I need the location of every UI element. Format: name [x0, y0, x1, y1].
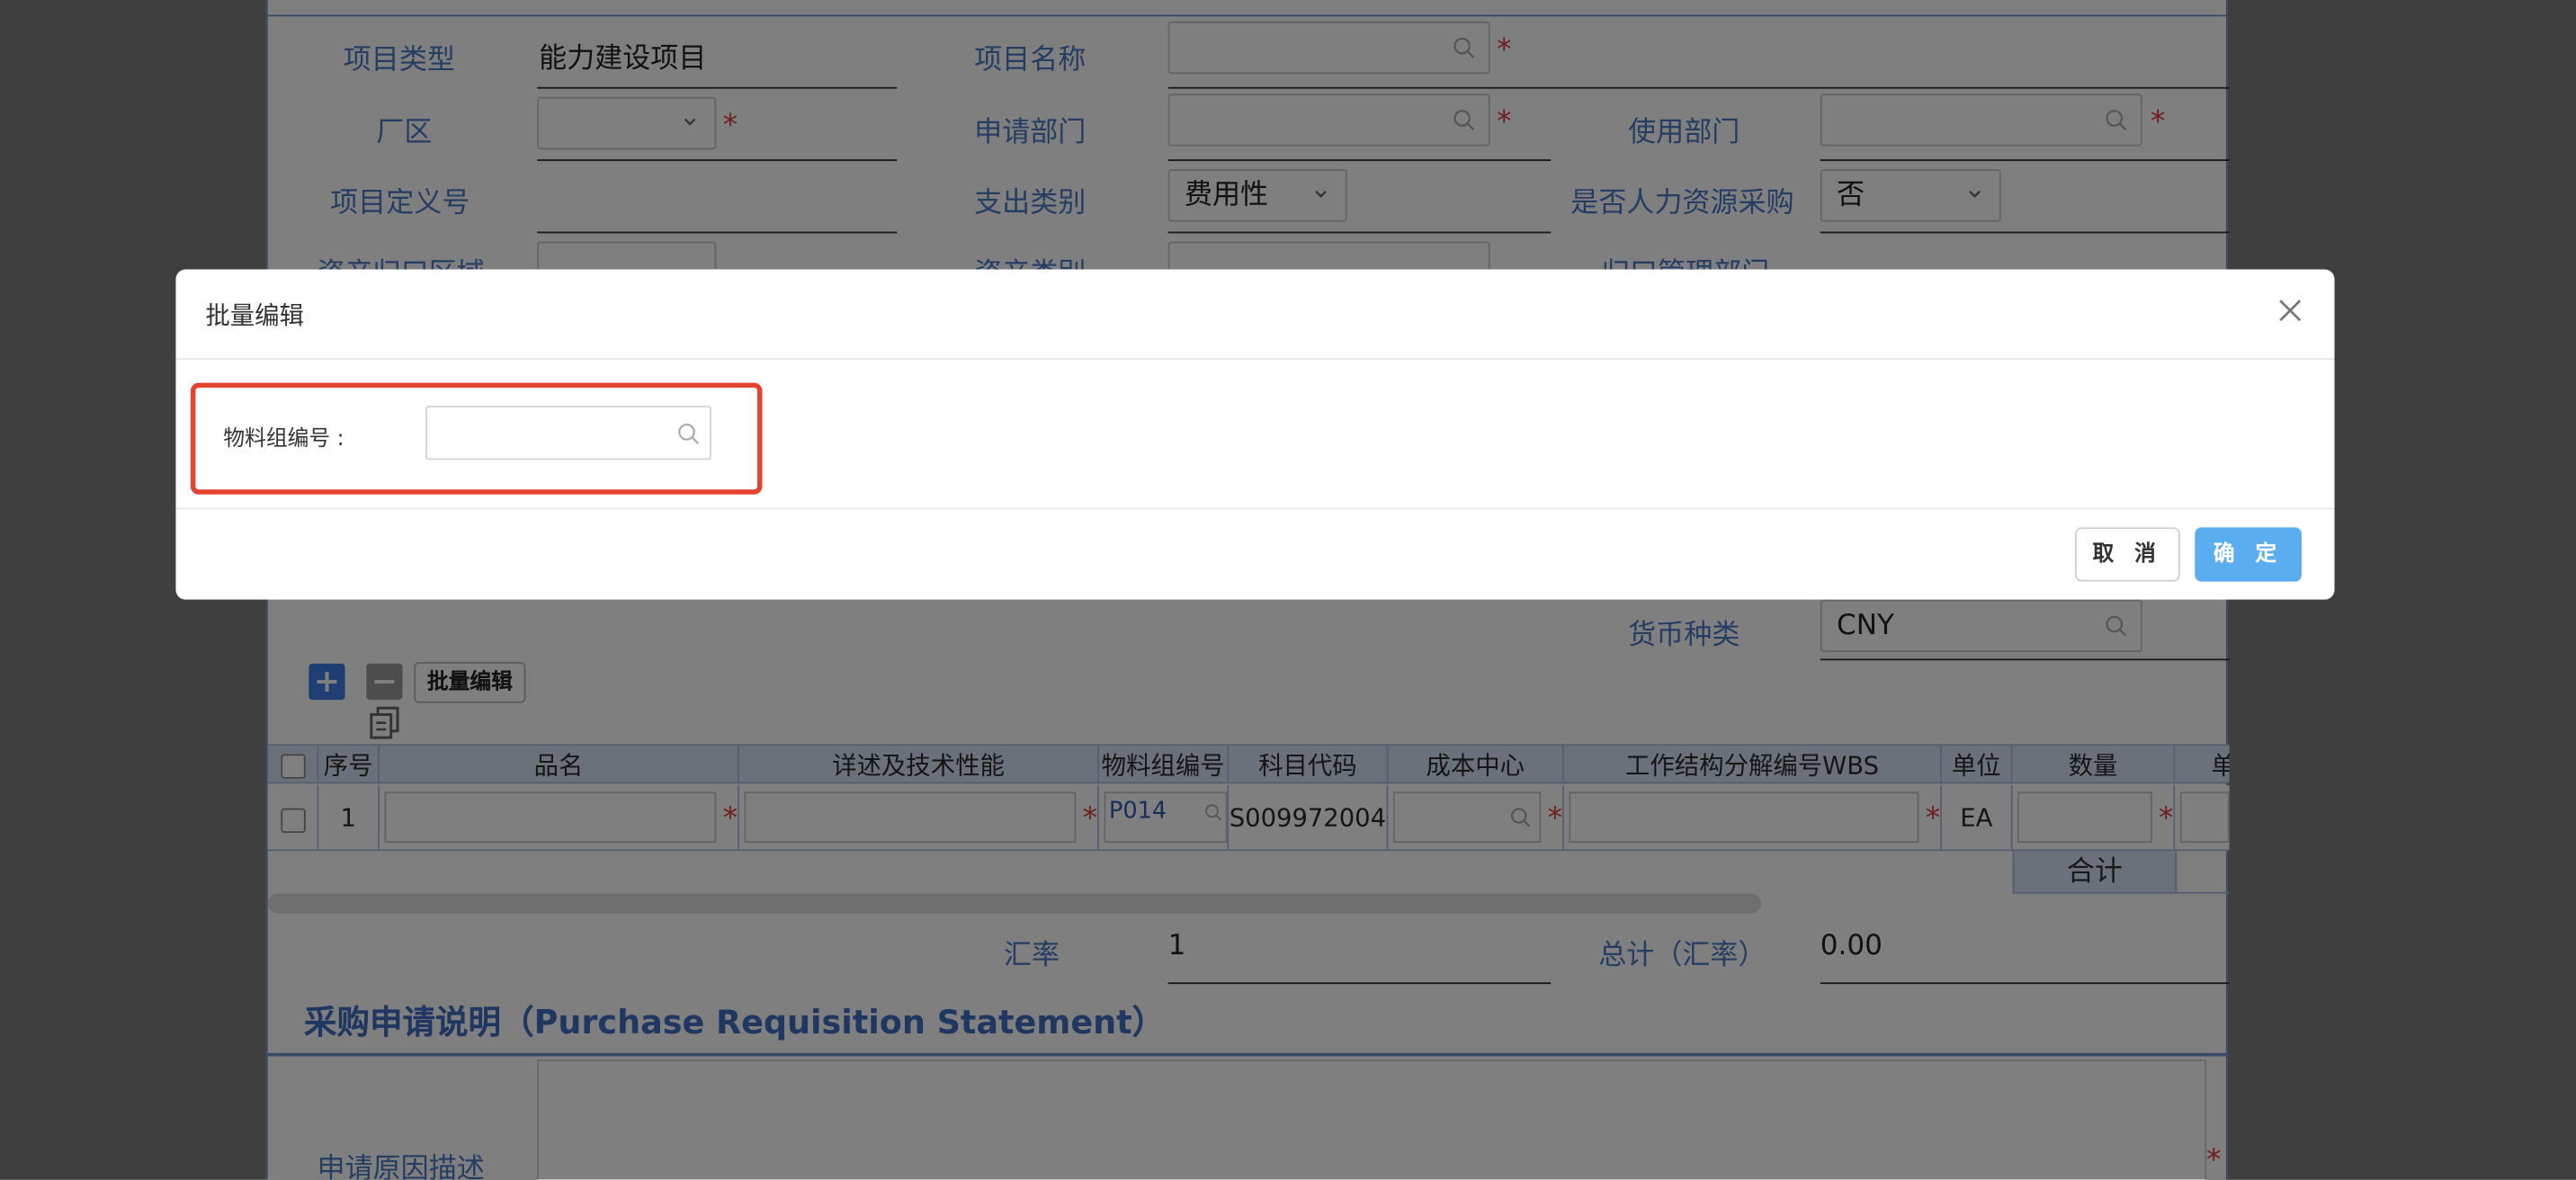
material-group-field-label: 物料组编号 : — [223, 426, 344, 452]
dialog-header-divider — [175, 358, 2335, 361]
material-group-search-input[interactable] — [425, 406, 711, 460]
batch-edit-dialog: 批量编辑 物料组编号 : 取 消 确 定 — [175, 269, 2335, 600]
dialog-footer-divider — [175, 507, 2335, 510]
dialog-title: 批量编辑 — [205, 300, 304, 331]
confirm-button[interactable]: 确 定 — [2195, 527, 2302, 582]
close-icon[interactable] — [2276, 296, 2305, 326]
cancel-button[interactable]: 取 消 — [2074, 527, 2180, 582]
search-icon[interactable] — [677, 422, 701, 445]
